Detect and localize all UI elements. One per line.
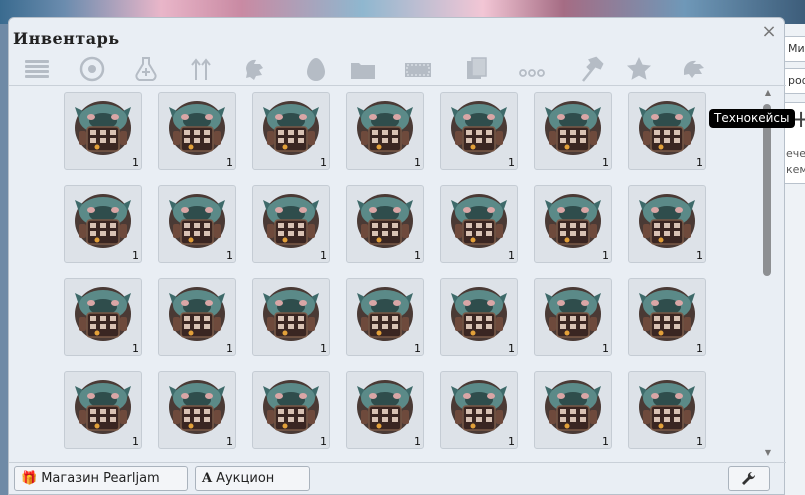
filter-bar <box>9 54 786 86</box>
item-quantity: 1 <box>508 249 515 262</box>
side-tab-1[interactable]: Мис <box>783 36 805 62</box>
scrollbar[interactable]: ▲ ▼ <box>761 88 775 460</box>
inventory-slot[interactable]: 1 <box>440 278 518 356</box>
inventory-slot[interactable]: 1 <box>252 92 330 170</box>
wrench-icon <box>742 471 756 485</box>
inventory-slot[interactable]: 1 <box>64 278 142 356</box>
inventory-slot[interactable]: 1 <box>64 92 142 170</box>
inventory-slot[interactable]: 1 <box>158 92 236 170</box>
item-quantity: 1 <box>414 342 421 355</box>
item-quantity: 1 <box>602 342 609 355</box>
filter-cards-icon[interactable] <box>461 54 493 84</box>
inventory-slot[interactable]: 1 <box>158 371 236 449</box>
inventory-slot[interactable]: 1 <box>440 371 518 449</box>
item-quantity: 1 <box>320 342 327 355</box>
item-quantity: 1 <box>226 156 233 169</box>
item-quantity: 1 <box>508 435 515 448</box>
item-quantity: 1 <box>414 249 421 262</box>
inventory-slot[interactable]: 1 <box>440 185 518 263</box>
side-tab-2[interactable]: роф <box>783 68 805 94</box>
inventory-slot[interactable]: 1 <box>534 371 612 449</box>
item-quantity: 1 <box>696 342 703 355</box>
filter-held-item-icon[interactable] <box>239 54 271 84</box>
item-quantity: 1 <box>696 249 703 262</box>
filter-more-icon[interactable] <box>516 54 548 84</box>
filter-evolution-icon[interactable] <box>185 54 217 84</box>
inventory-slot[interactable]: 1 <box>158 278 236 356</box>
item-quantity: 1 <box>602 156 609 169</box>
inventory-slot[interactable]: 1 <box>534 92 612 170</box>
item-quantity: 1 <box>696 435 703 448</box>
tooltip: Технокейсы <box>709 109 795 128</box>
item-quantity: 1 <box>132 156 139 169</box>
inventory-slot[interactable]: 1 <box>534 278 612 356</box>
side-add-label-2: кемо <box>786 163 805 176</box>
inventory-slot[interactable]: 1 <box>534 185 612 263</box>
item-quantity: 1 <box>602 249 609 262</box>
window-title: Инвентарь <box>13 29 120 48</box>
scroll-down-icon[interactable]: ▼ <box>763 449 773 457</box>
item-quantity: 1 <box>414 435 421 448</box>
shop-button[interactable]: 🎁 Магазин Pearljam <box>14 466 188 491</box>
auction-button-label: Аукцион <box>216 471 275 486</box>
filter-folder-icon[interactable] <box>347 54 379 84</box>
inventory-window: Инвентарь × Технокейсы 1 1 1 1 1 1 1 1 1… <box>8 17 795 495</box>
inventory-slot[interactable]: 1 <box>628 185 706 263</box>
filter-hammer-icon[interactable] <box>575 54 607 84</box>
auction-icon: A <box>202 471 213 486</box>
filter-star-icon[interactable] <box>623 54 655 84</box>
item-quantity: 1 <box>132 342 139 355</box>
item-quantity: 1 <box>508 342 515 355</box>
item-quantity: 1 <box>508 156 515 169</box>
inventory-slot[interactable]: 1 <box>64 371 142 449</box>
inventory-slot[interactable]: 1 <box>346 371 424 449</box>
filter-technocase-icon[interactable] <box>678 54 710 84</box>
filter-all-icon[interactable] <box>21 54 53 84</box>
side-add-label-1: ечен <box>786 147 805 160</box>
inventory-slot[interactable]: 1 <box>252 278 330 356</box>
inventory-slot[interactable]: 1 <box>158 185 236 263</box>
inventory-slot[interactable]: 1 <box>628 371 706 449</box>
gift-icon: 🎁 <box>21 471 38 486</box>
inventory-slot[interactable]: 1 <box>346 185 424 263</box>
shop-button-label: Магазин Pearljam <box>41 471 160 486</box>
inventory-slot[interactable]: 1 <box>346 278 424 356</box>
inventory-slot[interactable]: 1 <box>252 185 330 263</box>
inventory-slot[interactable]: 1 <box>64 185 142 263</box>
item-quantity: 1 <box>320 156 327 169</box>
auction-button[interactable]: A Аукцион <box>195 466 310 491</box>
item-quantity: 1 <box>320 435 327 448</box>
inventory-slot[interactable]: 1 <box>346 92 424 170</box>
footer-bar: 🎁 Магазин Pearljam A Аукцион <box>9 462 786 495</box>
item-quantity: 1 <box>226 342 233 355</box>
close-icon[interactable]: × <box>759 22 779 42</box>
filter-egg-icon[interactable] <box>300 54 332 84</box>
item-quantity: 1 <box>696 156 703 169</box>
filter-ticket-icon[interactable] <box>402 54 434 84</box>
filter-pokeball-icon[interactable] <box>76 54 108 84</box>
inventory-slot[interactable]: 1 <box>628 92 706 170</box>
inventory-slot[interactable]: 1 <box>440 92 518 170</box>
item-quantity: 1 <box>320 249 327 262</box>
item-grid: 1 1 1 1 1 1 1 1 1 1 1 1 1 1 1 1 1 1 1 1 … <box>9 88 769 460</box>
scroll-thumb[interactable] <box>763 104 771 276</box>
item-quantity: 1 <box>132 435 139 448</box>
item-quantity: 1 <box>132 249 139 262</box>
filter-potion-icon[interactable] <box>130 54 162 84</box>
inventory-slot[interactable]: 1 <box>628 278 706 356</box>
inventory-slot[interactable]: 1 <box>252 371 330 449</box>
item-quantity: 1 <box>226 435 233 448</box>
item-quantity: 1 <box>226 249 233 262</box>
item-quantity: 1 <box>602 435 609 448</box>
item-quantity: 1 <box>414 156 421 169</box>
game-scene-left-edge <box>0 24 8 495</box>
scroll-up-icon[interactable]: ▲ <box>763 89 773 97</box>
settings-button[interactable] <box>728 466 770 491</box>
